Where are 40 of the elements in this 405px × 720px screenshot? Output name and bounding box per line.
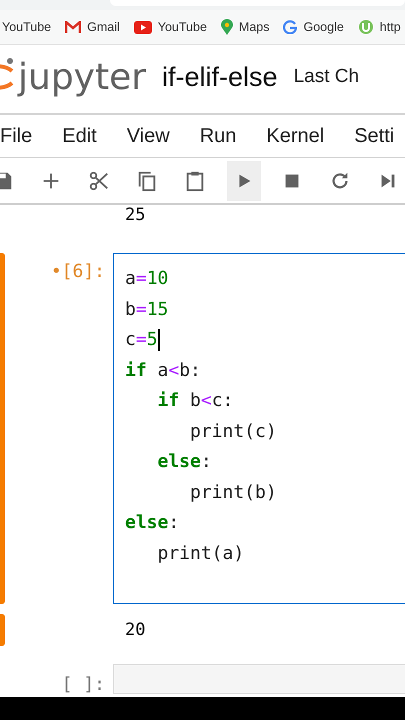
code-editor[interactable]: a=10 b=15 c=5 if a<b: if b<c: print(c) else: print(b) else: print(a) [113,253,405,604]
code-line: print(a) [156,542,246,566]
menu-item[interactable]: Kernel [266,124,324,148]
code-line: print(c) [189,420,278,444]
menu-item[interactable]: File [0,124,32,148]
bookmark-link[interactable]: Maps [220,19,270,35]
g-letter-icon [283,20,298,34]
code-line: if b<c: [156,389,234,413]
scissors-icon [88,170,110,192]
copy-icon [136,170,158,192]
bookmark-link[interactable]: Gmail [65,20,120,34]
menu-item[interactable]: View [126,124,170,148]
code-line: c=5 [125,328,161,354]
output-text: 25 [125,205,146,225]
notebook-title[interactable]: if-elif-else [162,62,278,92]
logo-wordmark: jupyter [18,56,146,98]
code-line: print(b) [189,480,278,504]
code-line: else: [156,450,213,474]
bookmark-link[interactable]: Google [283,20,344,34]
clipboard-icon [184,170,206,192]
cell-prompt: [ ]: [62,674,105,695]
checkpoint-text: Last Ch [294,66,360,88]
circle-icon [358,19,374,35]
bookmark-link[interactable]: YouTube [0,20,52,34]
bookmark-link[interactable]: YouTube [134,20,207,34]
toolbar-button[interactable] [226,160,261,200]
menu-item[interactable]: Setti [354,124,394,148]
play-icon [134,20,152,34]
output-marker [0,614,5,646]
menu-item[interactable]: Run [200,124,236,148]
bookmark-link[interactable]: http [358,19,401,35]
code-line: else: [125,511,180,535]
menu-item[interactable]: Edit [62,124,97,148]
output-text: 20 [125,620,146,640]
map-pin-icon [220,19,233,35]
envelope-icon [65,21,82,33]
code-line: if a<b: [125,358,202,382]
code-line: b=15 [125,298,170,322]
code-line: a=10 [125,267,170,291]
cell-prompt: •[6]: [50,261,105,282]
